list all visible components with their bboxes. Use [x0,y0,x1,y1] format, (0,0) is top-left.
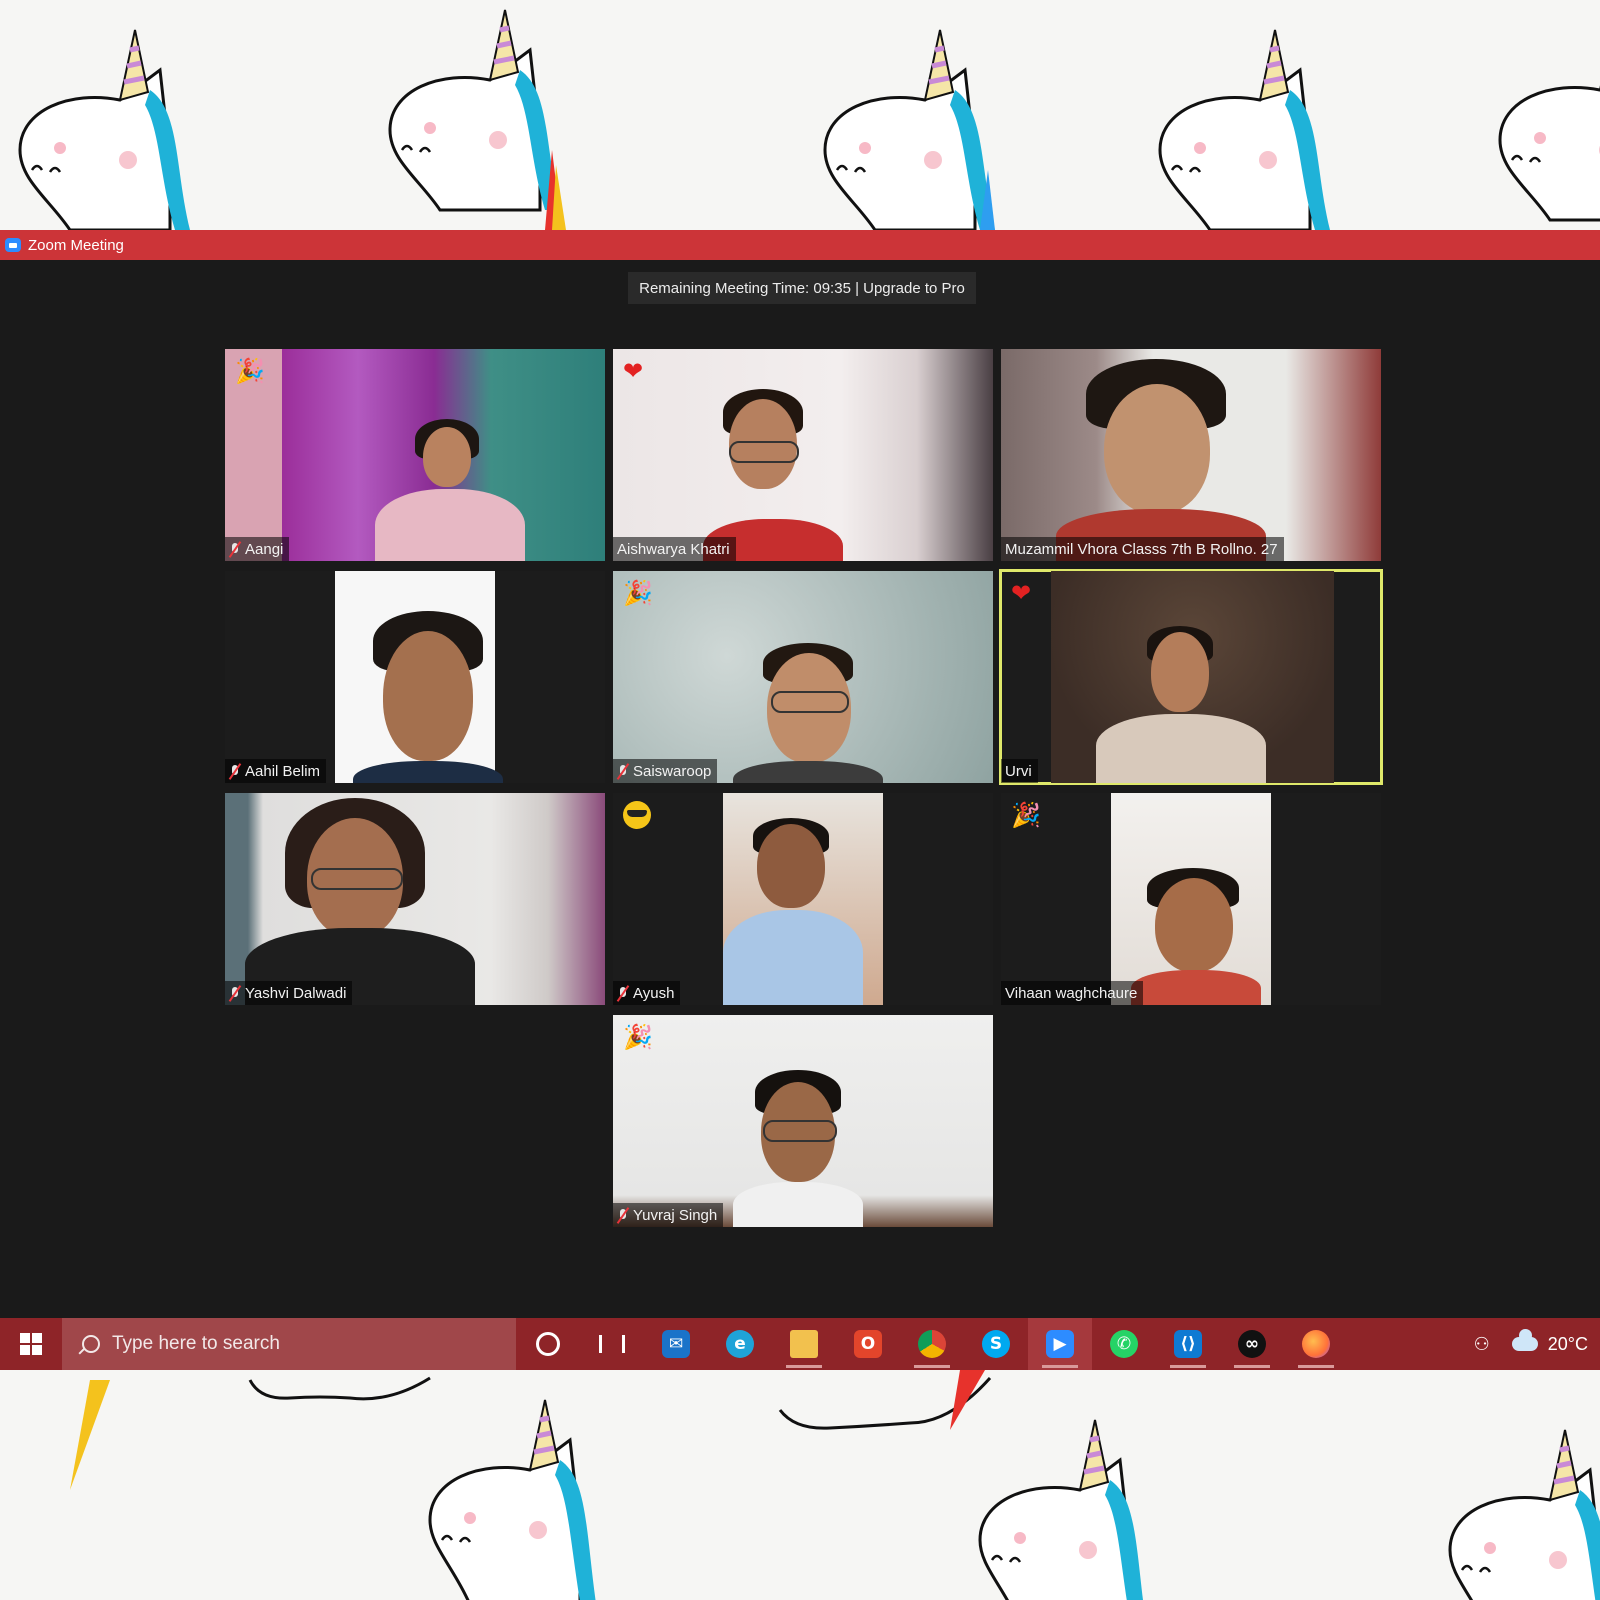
vscode-icon: ⟨⟩ [1174,1330,1202,1358]
cortana-button[interactable] [516,1318,580,1370]
unicorn-pattern-top [0,0,1600,230]
whatsapp-app-button[interactable]: ✆ [1092,1318,1156,1370]
participant-name: Yuvraj Singh [633,1206,718,1224]
remaining-time-text: Remaining Meeting Time: 09:35 | Upgrade … [639,279,965,297]
muted-mic-icon [617,764,629,779]
participant-name: Aangi [245,540,284,558]
mail-app-button[interactable]: ✉ [644,1318,708,1370]
zoom-app-icon [5,238,21,252]
temperature-text: 20°C [1547,1333,1588,1354]
muted-mic-icon [229,986,241,1001]
office-app-button[interactable]: O [836,1318,900,1370]
participant-name: Ayush [633,984,675,1002]
muted-mic-icon [229,764,241,779]
cloud-icon [1511,1329,1538,1351]
heart-icon: ❤ [623,357,644,385]
search-placeholder: Type here to search [112,1333,280,1354]
people-icon[interactable]: ⚇ [1474,1334,1490,1355]
zoom-app-button[interactable]: ▶ [1028,1318,1092,1370]
unicorn-pattern-bottom [0,1370,1600,1600]
windows-taskbar: Type here to search ✉ e O S ▶ ✆ ⟨⟩ ∞ ⚇ 2… [0,1318,1600,1370]
participant-name: Muzammil Vhora Classs 7th B Rollno. 27 [1005,540,1278,558]
sunglasses-face-icon [623,801,651,829]
participant-tile[interactable]: ❤ Aishwarya Khatri [613,349,993,561]
participant-name-tag: Yuvraj Singh [613,1203,724,1227]
skype-icon: S [982,1330,1010,1358]
participant-name-tag: Aishwarya Khatri [613,537,736,561]
webex-icon: ∞ [1238,1330,1266,1358]
cortana-icon [536,1332,560,1356]
window-titlebar[interactable]: Zoom Meeting [0,230,1600,260]
participant-name: Vihaan waghchaure [1005,984,1138,1002]
firefox-app-button[interactable] [1284,1318,1348,1370]
zoom-icon: ▶ [1046,1330,1074,1358]
participant-name: Saiswaroop [633,762,712,780]
muted-mic-icon [617,1208,629,1223]
chrome-app-button[interactable] [900,1318,964,1370]
whatsapp-icon: ✆ [1110,1330,1138,1358]
folder-icon [790,1330,818,1358]
participant-name: Urvi [1005,762,1032,780]
muted-mic-icon [617,986,629,1001]
system-tray: ⚇ 20°C [1474,1329,1600,1355]
search-icon [82,1335,100,1353]
participant-tile[interactable]: 🎉 Aangi [225,349,605,561]
vscode-app-button[interactable]: ⟨⟩ [1156,1318,1220,1370]
zoom-meeting-window: Zoom Meeting Remaining Meeting Time: 09:… [0,230,1600,1318]
skype-app-button[interactable]: S [964,1318,1028,1370]
party-popper-icon: 🎉 [235,357,265,385]
muted-mic-icon [229,542,241,557]
participant-name-tag: Aahil Belim [225,759,327,783]
party-popper-icon: 🎉 [623,579,653,607]
task-view-button[interactable] [580,1318,644,1370]
participant-name-tag: Saiswaroop [613,759,718,783]
participant-name-tag: Vihaan waghchaure [1001,981,1144,1005]
taskbar-search-box[interactable]: Type here to search [62,1318,516,1370]
remaining-time-banner[interactable]: Remaining Meeting Time: 09:35 | Upgrade … [628,272,976,304]
chrome-icon [918,1330,946,1358]
mail-icon: ✉ [662,1330,690,1358]
window-title: Zoom Meeting [28,236,124,254]
heart-icon: ❤ [1011,579,1032,607]
party-popper-icon: 🎉 [623,1023,653,1051]
participant-tile[interactable]: Yashvi Dalwadi [225,793,605,1005]
weather-widget[interactable]: 20°C [1511,1329,1588,1355]
edge-app-button[interactable]: e [708,1318,772,1370]
participant-name-tag: Ayush [613,981,681,1005]
participant-tile[interactable]: Muzammil Vhora Classs 7th B Rollno. 27 [1001,349,1381,561]
office-icon: O [854,1330,882,1358]
task-view-icon [599,1335,625,1353]
participant-name-tag: Aangi [225,537,290,561]
participant-name: Yashvi Dalwadi [245,984,347,1002]
participant-tile-active-speaker[interactable]: ❤ Urvi [999,569,1383,785]
participant-tile[interactable]: 🎉 Saiswaroop [613,571,993,783]
participant-tile[interactable]: Ayush [613,793,993,1005]
participant-name-tag: Urvi [1001,759,1038,783]
participant-name: Aishwarya Khatri [617,540,730,558]
firefox-icon [1302,1330,1330,1358]
participant-tile[interactable]: 🎉 Vihaan waghchaure [1001,793,1381,1005]
edge-icon: e [726,1330,754,1358]
participant-name: Aahil Belim [245,762,321,780]
participant-name-tag: Muzammil Vhora Classs 7th B Rollno. 27 [1001,537,1284,561]
start-button[interactable] [0,1318,62,1370]
file-explorer-button[interactable] [772,1318,836,1370]
party-popper-icon: 🎉 [1011,801,1041,829]
participant-tile[interactable]: 🎉 Yuvraj Singh [613,1015,993,1227]
windows-logo-icon [20,1333,42,1355]
participant-tile[interactable]: Aahil Belim [225,571,605,783]
webex-app-button[interactable]: ∞ [1220,1318,1284,1370]
participant-name-tag: Yashvi Dalwadi [225,981,353,1005]
